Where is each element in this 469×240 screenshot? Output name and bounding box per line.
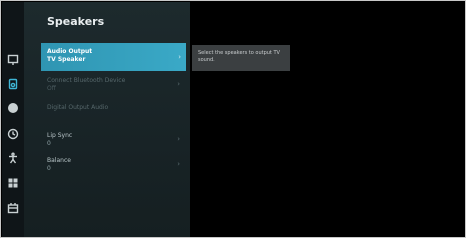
- menu-item-value: Off: [47, 85, 56, 92]
- menu-item-label: Connect Bluetooth Device: [47, 77, 126, 84]
- tv-screen: Speakers Audio Output TV Speaker › Conne…: [0, 0, 466, 238]
- menu-item-balance[interactable]: Balance 0 ›: [41, 157, 186, 173]
- menu-item-label: Lip Sync: [47, 132, 73, 139]
- menu-item-digital-output[interactable]: Digital Output Audio: [41, 104, 186, 112]
- menu-item-lip-sync[interactable]: Lip Sync 0 ›: [41, 132, 186, 148]
- menu-item-value: TV Speaker: [47, 56, 86, 63]
- chevron-right-icon: ›: [177, 135, 180, 143]
- clock-icon[interactable]: [6, 127, 20, 141]
- chevron-right-icon: ›: [177, 80, 180, 88]
- support-icon[interactable]: [6, 201, 20, 215]
- apps-grid-icon[interactable]: [6, 176, 20, 190]
- accessibility-icon[interactable]: [6, 151, 20, 165]
- chevron-right-icon: ›: [177, 160, 180, 168]
- chevron-right-icon: ›: [178, 53, 181, 61]
- menu-item-label: Audio Output: [47, 48, 93, 55]
- menu-item-label: Digital Output Audio: [47, 104, 109, 111]
- menu-item-value: 0: [47, 165, 51, 172]
- menu-item-value: 0: [47, 140, 51, 147]
- sidebar-rail: [2, 2, 24, 237]
- menu-item-connect-bluetooth[interactable]: Connect Bluetooth Device Off ›: [41, 77, 186, 93]
- menu-item-audio-output[interactable]: Audio Output TV Speaker ›: [41, 43, 186, 71]
- speaker-icon[interactable]: [6, 77, 20, 91]
- monitor-icon[interactable]: [6, 53, 20, 67]
- help-tooltip: Select the speakers to output TV sound.: [192, 45, 290, 71]
- globe-icon[interactable]: [6, 101, 20, 115]
- menu-item-label: Balance: [47, 157, 71, 164]
- page-title: Speakers: [47, 15, 105, 28]
- speakers-menu-panel: Speakers Audio Output TV Speaker › Conne…: [24, 2, 190, 237]
